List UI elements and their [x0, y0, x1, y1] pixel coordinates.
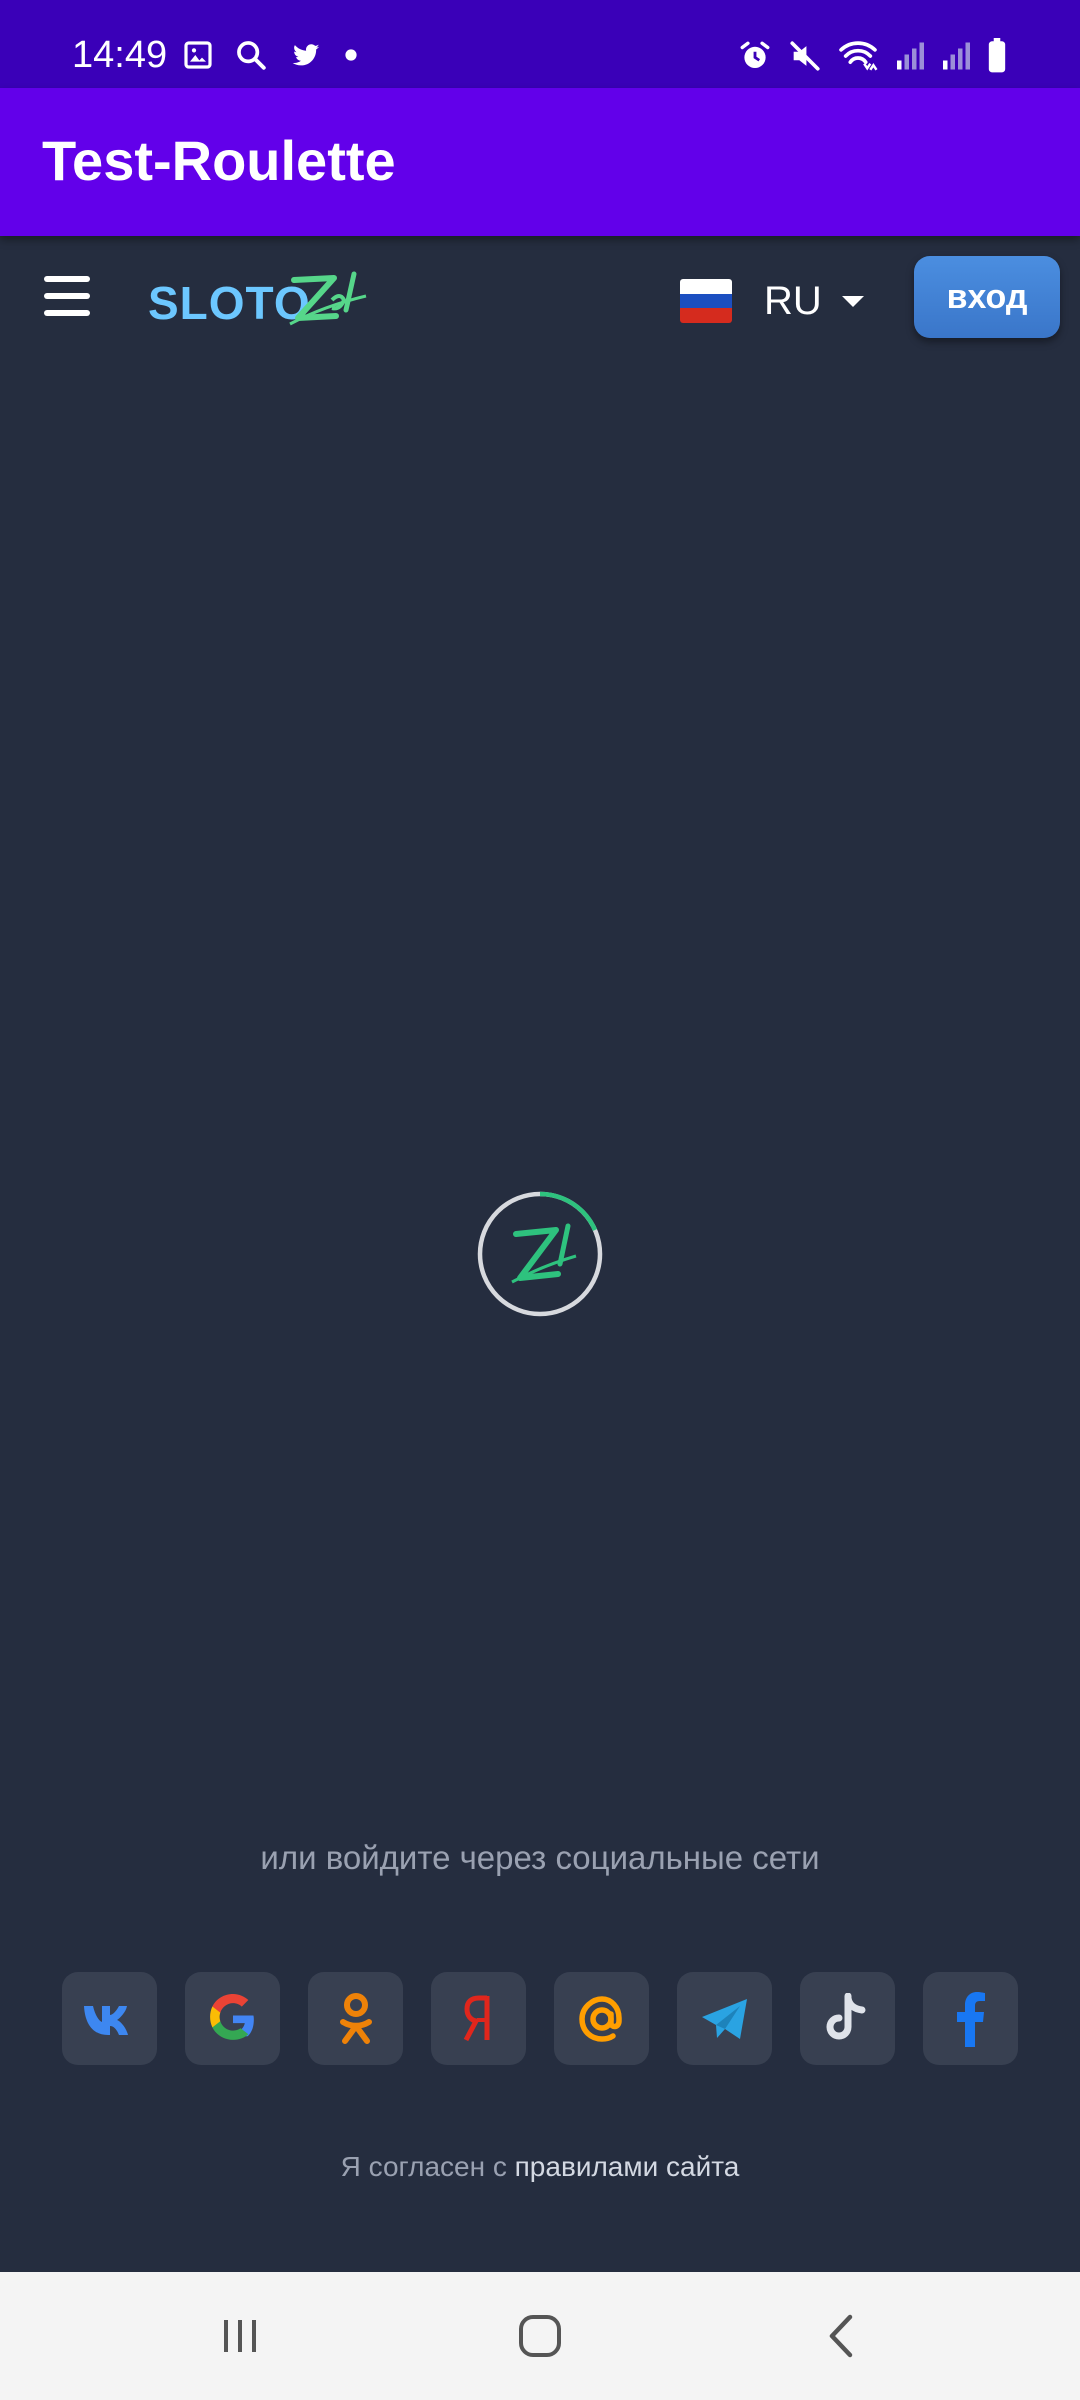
odnoklassniki-icon: [339, 1992, 372, 2044]
dot-icon: [345, 49, 357, 61]
status-time: 14:49: [72, 34, 168, 76]
twitter-icon: [292, 44, 320, 66]
mailru-icon: [578, 1995, 622, 2042]
app-bar: Test-Roulette: [0, 88, 1080, 236]
system-nav-bar: [0, 2272, 1080, 2400]
mute-icon: [790, 41, 820, 71]
vk-icon: [83, 2005, 128, 2035]
chevron-down-icon: [841, 295, 864, 307]
logo-zal-script-icon: [289, 271, 367, 326]
search-icon: [237, 41, 266, 70]
language-code: RU: [764, 278, 822, 323]
signal-icon: [943, 42, 970, 70]
google-login-button[interactable]: [185, 1972, 280, 2065]
facebook-login-button[interactable]: [923, 1972, 1018, 2065]
battery-icon: [988, 38, 1006, 73]
terms-prefix: Я согласен с: [340, 2151, 515, 2182]
social-login-row: [62, 1972, 1018, 2065]
wifi-icon: [839, 41, 878, 71]
google-icon: [209, 1993, 254, 2040]
terms-agreement: Я согласен с правилами сайта: [0, 2150, 1080, 2184]
yandex-login-button[interactable]: [431, 1972, 526, 2065]
alarm-icon: [740, 41, 770, 69]
tiktok-icon: [825, 1992, 865, 2040]
vk-login-button[interactable]: [62, 1972, 157, 2065]
odnoklassniki-login-button[interactable]: [308, 1972, 403, 2065]
tiktok-login-button[interactable]: [800, 1972, 895, 2065]
telegram-icon: [701, 1998, 747, 2039]
mailru-login-button[interactable]: [554, 1972, 649, 2065]
yandex-icon: [463, 1995, 489, 2041]
russia-flag-icon: [680, 279, 732, 323]
home-icon[interactable]: [510, 2312, 570, 2360]
login-button[interactable]: вход: [914, 256, 1060, 338]
facebook-icon: [956, 1991, 985, 2047]
site-header: SLOTO RU вход: [0, 236, 1080, 360]
site-logo[interactable]: SLOTO: [146, 266, 367, 336]
app-title: Test-Roulette: [42, 129, 396, 192]
language-selector[interactable]: RU: [680, 276, 864, 326]
terms-link[interactable]: правилами сайта: [515, 2151, 740, 2182]
recent-apps-icon[interactable]: [210, 2312, 270, 2360]
telegram-login-button[interactable]: [677, 1972, 772, 2065]
back-icon[interactable]: [812, 2312, 872, 2360]
zal-logo-spinner-icon: [477, 1191, 603, 1317]
menu-icon[interactable]: [44, 276, 90, 316]
gallery-icon: [184, 41, 212, 69]
signal-icon: [897, 42, 924, 70]
status-bar: 14:49: [0, 0, 1080, 88]
social-login-caption: или войдите через социальные сети: [260, 1839, 820, 1876]
